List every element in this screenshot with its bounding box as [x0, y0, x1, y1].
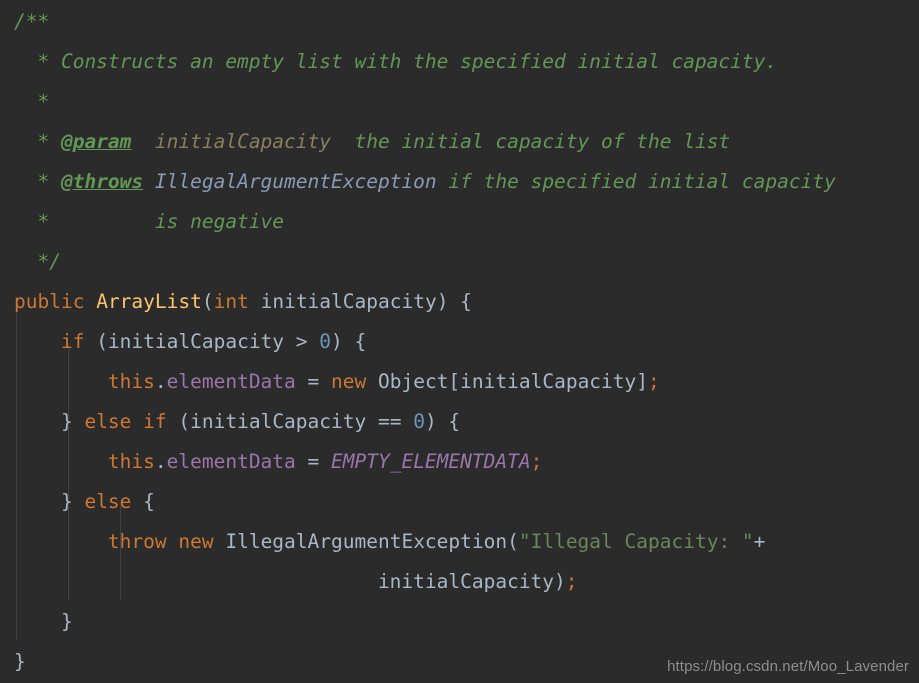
code-token: throw	[107, 530, 167, 553]
code-token: }	[14, 490, 85, 513]
code-token: *	[14, 90, 50, 113]
code-token: new	[331, 370, 367, 393]
code-token: elementData	[166, 370, 296, 393]
code-line: } else {	[0, 482, 919, 522]
code-token: initialCapacity)	[14, 570, 566, 593]
code-line: * @param initialCapacity the initial cap…	[0, 122, 919, 162]
code-token: IllegalArgumentException(	[213, 530, 519, 553]
code-line: }	[0, 602, 919, 642]
code-line: */	[0, 242, 919, 282]
code-token: ) {	[424, 410, 461, 433]
code-line: public ArrayList(int initialCapacity) {	[0, 282, 919, 322]
code-token: this	[107, 370, 155, 393]
code-token: public	[14, 290, 85, 313]
code-token: /**	[14, 10, 50, 33]
code-token: * Constructs an empty list with the spec…	[14, 50, 778, 73]
watermark-url: https://blog.csdn.net/Moo_Lavender	[667, 658, 909, 675]
code-line: * Constructs an empty list with the spec…	[0, 42, 919, 82]
code-editor-screenshot: /** * Constructs an empty list with the …	[0, 0, 919, 683]
code-token: new	[178, 530, 214, 553]
code-token: else	[84, 410, 132, 433]
code-line: this.elementData = new Object[initialCap…	[0, 362, 919, 402]
code-line: * is negative	[0, 202, 919, 242]
code-token: =	[295, 370, 332, 393]
code-token: ArrayList	[96, 290, 202, 313]
code-token: */	[14, 250, 61, 273]
code-token: .	[154, 370, 167, 393]
code-line: *	[0, 82, 919, 122]
code-token: ) {	[436, 290, 472, 313]
code-token: initialCapacity	[131, 130, 332, 153]
code-token: {	[131, 490, 155, 513]
code-token: Object[initialCapacity]	[366, 370, 649, 393]
code-token: elementData	[166, 450, 296, 473]
code-token: 0	[413, 410, 425, 433]
code-line: throw new IllegalArgumentException("Ille…	[0, 522, 919, 562]
code-token: +	[753, 530, 766, 553]
code-line: initialCapacity);	[0, 562, 919, 602]
code-token: "Illegal Capacity: "	[518, 530, 754, 553]
code-token: if	[143, 410, 167, 433]
code-token: *	[14, 170, 61, 193]
code-token: if the specified initial capacity	[436, 170, 836, 193]
code-token: @throws	[60, 170, 144, 193]
code-token: }	[14, 650, 26, 673]
code-token: =	[295, 450, 332, 473]
code-token: * is negative	[14, 210, 285, 233]
code-token: IllegalArgumentException	[143, 170, 437, 193]
code-token: EMPTY_ELEMENTDATA	[331, 450, 531, 473]
code-token: (initialCapacity >	[84, 330, 320, 353]
code-token: }	[14, 610, 73, 633]
code-token: int	[213, 290, 249, 313]
code-token: the initial capacity of the list	[331, 130, 731, 153]
code-line: if (initialCapacity > 0) {	[0, 322, 919, 362]
code-token: ;	[565, 570, 578, 593]
code-token: .	[154, 450, 167, 473]
code-token: (	[201, 290, 214, 313]
code-token: if	[60, 330, 85, 353]
code-token: initialCapacity	[248, 290, 437, 313]
code-token: *	[14, 130, 61, 153]
code-token: (initialCapacity ==	[166, 410, 414, 433]
code-token: ) {	[331, 330, 367, 353]
code-token: ;	[530, 450, 543, 473]
code-token: }	[14, 410, 85, 433]
code-token: ;	[648, 370, 660, 393]
code-line: this.elementData = EMPTY_ELEMENTDATA;	[0, 442, 919, 482]
code-line: /**	[0, 2, 919, 42]
code-token: @param	[60, 130, 132, 153]
code-token: else	[84, 490, 132, 513]
code-line: } else if (initialCapacity == 0) {	[0, 402, 919, 442]
code-line: * @throws IllegalArgumentException if th…	[0, 162, 919, 202]
code-token: this	[107, 450, 155, 473]
code-token: 0	[319, 330, 332, 353]
